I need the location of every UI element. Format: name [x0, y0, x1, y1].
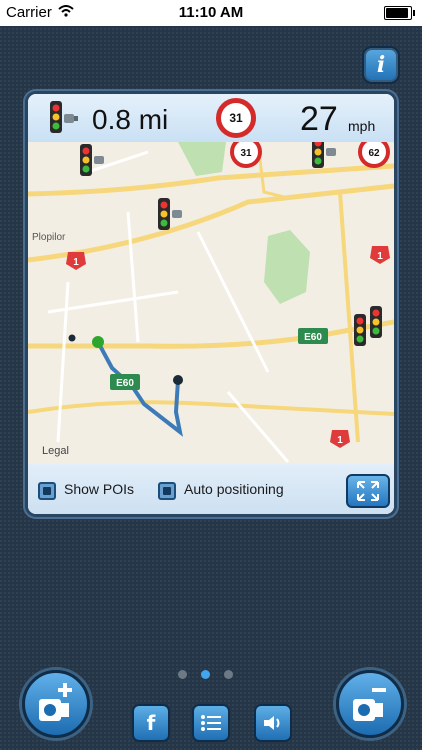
map-view[interactable]: 31 62 1 1 1 E60 E60 Plopilor Legal: [28, 136, 394, 464]
road-sign-label: E60: [116, 378, 134, 389]
panel-header: 0.8 mi 31 27 mph: [28, 94, 394, 142]
page-dot[interactable]: [178, 670, 187, 679]
map-place-label: Plopilor: [32, 232, 66, 243]
navigation-panel: 0.8 mi 31 27 mph 31 62 1 1 1 E60 E60 Plo…: [28, 94, 394, 514]
remove-camera-button[interactable]: [336, 670, 404, 738]
sound-button[interactable]: [254, 704, 292, 742]
show-pois-label: Show POIs: [64, 481, 135, 497]
speed-limit-marker-label: 31: [240, 148, 252, 159]
map-legal-link[interactable]: Legal: [42, 445, 69, 457]
auto-positioning-checkbox[interactable]: [158, 482, 176, 500]
start-marker: [92, 336, 104, 348]
auto-positioning-label: Auto positioning: [184, 481, 284, 497]
page-dot[interactable]: [201, 670, 210, 679]
route-shield-label: 1: [337, 435, 343, 446]
route-shield-label: 1: [377, 251, 383, 262]
list-icon: [201, 715, 221, 731]
status-time: 11:10 AM: [178, 4, 244, 21]
traffic-light-camera-icon: [46, 100, 80, 141]
list-button[interactable]: [192, 704, 230, 742]
current-speed: 27: [300, 100, 338, 138]
destination-marker: [173, 375, 183, 385]
route-shield-label: 1: [73, 257, 79, 268]
speed-limit-value: 31: [229, 111, 243, 125]
traffic-light-marker: [354, 314, 366, 346]
battery-icon: [384, 6, 415, 20]
panel-footer: Show POIs Auto positioning: [28, 464, 394, 514]
facebook-icon: f: [146, 711, 156, 735]
info-button[interactable]: i: [362, 46, 400, 84]
speed-unit: mph: [348, 118, 376, 134]
remove-camera-icon: [353, 688, 386, 721]
facebook-button[interactable]: f: [132, 704, 170, 742]
expand-icon: [357, 481, 379, 501]
page-dot[interactable]: [224, 670, 233, 679]
show-pois-checkbox[interactable]: [38, 482, 56, 500]
speaker-icon: [264, 716, 280, 730]
speed-limit-marker-label: 62: [368, 148, 380, 159]
road-sign-label: E60: [304, 332, 322, 343]
page-indicator: [178, 670, 233, 679]
status-bar: Carrier 11:10 AM: [0, 0, 422, 26]
info-icon: i: [376, 52, 386, 78]
map-graphic: 31 62 1 1 1 E60 E60 Plopilor Legal: [28, 136, 394, 464]
traffic-light-marker: [370, 306, 382, 338]
waypoint-marker: [68, 334, 76, 342]
distance-readout: 0.8 mi: [92, 104, 169, 135]
fullscreen-button[interactable]: [346, 474, 390, 508]
speed-limit-sign: 31: [216, 98, 256, 138]
add-camera-button[interactable]: [22, 670, 90, 738]
add-camera-icon: [39, 683, 72, 721]
battery-fill: [386, 8, 408, 18]
